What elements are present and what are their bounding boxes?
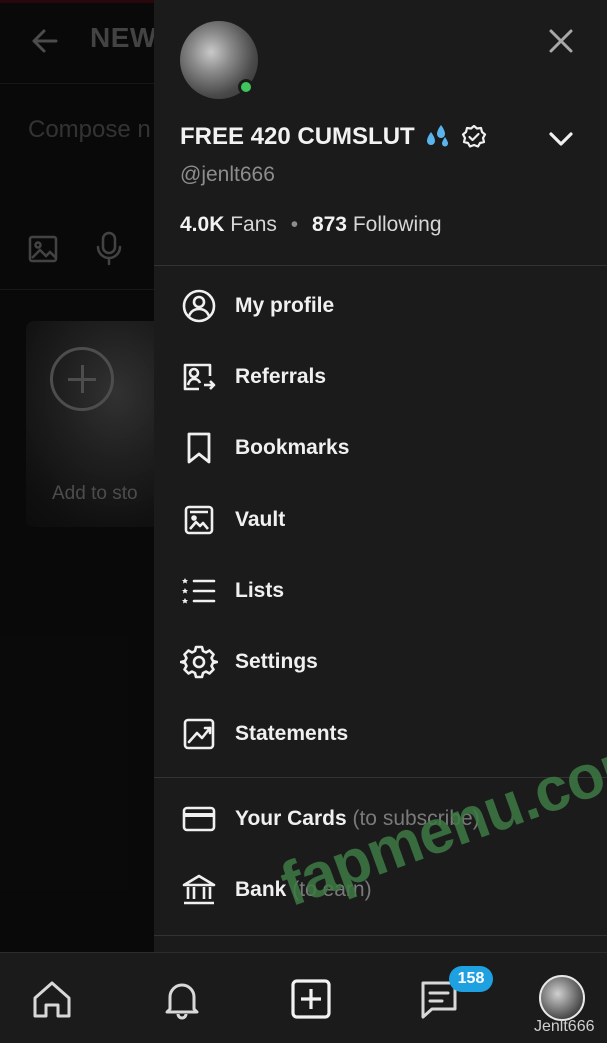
menu-label-statements: Statements <box>235 722 349 745</box>
menu-label-settings: Settings <box>235 650 318 673</box>
chart-icon <box>183 718 215 750</box>
plus-square-icon <box>291 979 331 1019</box>
display-name: FREE 420 CUMSLUT <box>180 122 487 152</box>
gear-icon <box>180 645 218 679</box>
your-cards-label: Your Cards <box>235 807 347 830</box>
menu-item-statements[interactable]: Statements <box>154 705 607 763</box>
menu-item-settings[interactable]: Settings <box>154 633 607 691</box>
online-status-dot <box>238 79 254 95</box>
menu-label-my-profile: My profile <box>235 294 335 317</box>
messages-badge: 158 <box>449 966 493 992</box>
display-name-text: FREE 420 CUMSLUT <box>180 123 415 150</box>
profile-avatar-button[interactable] <box>539 975 585 1021</box>
menu-item-referrals[interactable]: Referrals <box>154 348 607 406</box>
menu-label-referrals: Referrals <box>235 365 327 388</box>
vault-icon <box>184 505 214 535</box>
stats-separator: • <box>290 213 299 236</box>
menu-label-lists: Lists <box>235 579 285 602</box>
menu-label-vault: Vault <box>235 508 286 531</box>
close-icon[interactable] <box>544 24 578 58</box>
lists-icon <box>182 578 216 604</box>
chevron-down-icon[interactable] <box>546 124 576 154</box>
fans-label[interactable]: Fans <box>230 213 277 236</box>
fans-count[interactable]: 4.0K <box>180 213 224 236</box>
new-post-button[interactable] <box>287 975 335 1023</box>
card-icon <box>182 806 216 832</box>
bell-icon <box>165 983 199 1020</box>
verified-icon <box>461 124 486 148</box>
menu-item-vault[interactable]: Vault <box>154 491 607 549</box>
bank-label: Bank <box>235 878 287 901</box>
home-button[interactable] <box>28 975 76 1023</box>
bookmark-icon <box>187 432 211 464</box>
bank-icon <box>182 874 216 905</box>
menu-item-my-profile[interactable]: My profile <box>154 277 607 335</box>
bottom-nav: 158 <box>0 952 607 1043</box>
following-count[interactable]: 873 <box>312 213 347 236</box>
divider <box>154 935 607 936</box>
sweat-droplets-icon <box>426 125 448 147</box>
user-circle-icon <box>182 289 216 323</box>
referrals-icon <box>183 363 216 391</box>
following-label[interactable]: Following <box>353 213 442 236</box>
username-handle: @jenlt666 <box>180 163 275 186</box>
menu-item-lists[interactable]: Lists <box>154 562 607 620</box>
profile-avatar-label: Jenlt666 <box>534 1018 595 1035</box>
menu-label-bookmarks: Bookmarks <box>235 436 350 459</box>
divider <box>154 265 607 266</box>
notifications-button[interactable] <box>158 975 206 1023</box>
menu-item-bookmarks[interactable]: Bookmarks <box>154 419 607 477</box>
home-icon <box>33 981 71 1018</box>
follower-stats: 4.0K Fans • 873 Following <box>180 213 442 237</box>
